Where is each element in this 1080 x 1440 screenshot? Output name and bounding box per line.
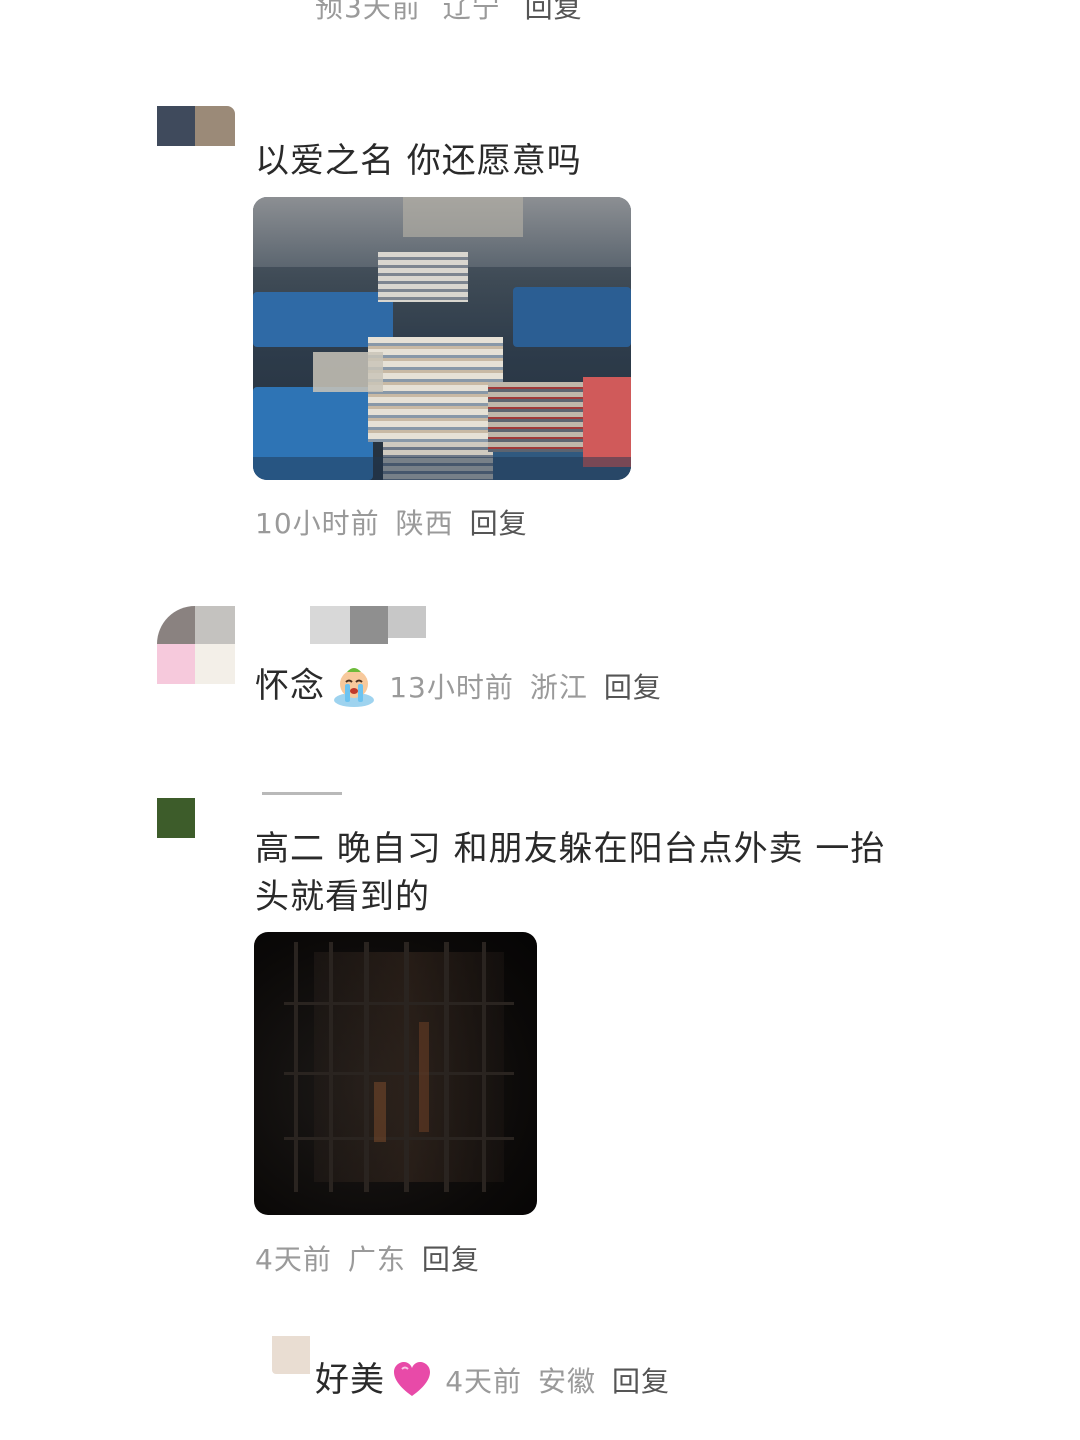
comment-image-night-windows[interactable] [254,932,537,1215]
comment-text: 以爱之名 你还愿意吗 [255,141,582,181]
comment-meta: 13小时前 浙江 回复 [389,671,662,704]
reply-button[interactable]: 回复 [604,671,662,704]
reply-button[interactable]: 回复 [470,507,528,540]
comment-location: 广东 [347,1243,406,1276]
previous-comment-location: 辽宁 [442,0,501,24]
avatar[interactable] [157,606,235,684]
comment-text: 好美 [315,1360,385,1400]
comment-time: 4天前 [255,1243,332,1276]
comment-time: 4天前 [445,1365,523,1398]
comment-location: 安徽 [538,1365,597,1398]
reply-button[interactable]: 回复 [612,1365,670,1398]
previous-comment-reply-button[interactable]: 回复 [525,0,583,24]
avatar[interactable] [157,798,235,876]
avatar[interactable] [157,104,235,182]
comment-location: 陕西 [395,507,454,540]
comment-text-line: 高二 晚自习 和朋友躲在阳台点外卖 一抬 [255,829,886,869]
comment-time: 10小时前 [255,507,380,540]
reply-button[interactable]: 回复 [422,1243,480,1276]
comment-meta: 10小时前 陕西 回复 [255,502,528,542]
username-blurred [310,606,426,644]
previous-comment-time: 3天前 [344,0,421,24]
avatar[interactable] [272,1336,312,1376]
comment-meta: 4天前 安徽 回复 [445,1365,670,1398]
previous-comment-prefix: 预 [315,0,345,24]
username-partial [258,790,346,800]
comment-text: 怀念 [255,666,325,706]
reply-row: 好美 4天前 安徽 回复 [315,1356,670,1406]
comment-text: 高二 晚自习 和朋友躲在阳台点外卖 一抬 头就看到的 [255,825,915,921]
comment-image-classroom[interactable] [253,197,631,480]
heart-icon [392,1360,432,1400]
comment-row: 怀念 13小时前 浙江 回复 [255,662,662,712]
previous-comment-meta: 预3天前 辽宁 回复 [315,0,583,26]
comment-meta: 4天前 广东 回复 [255,1238,480,1278]
comment-text-line: 头就看到的 [255,877,430,917]
crying-face-icon [332,664,376,708]
comment-location: 浙江 [529,671,588,704]
comment-time: 13小时前 [389,671,514,704]
